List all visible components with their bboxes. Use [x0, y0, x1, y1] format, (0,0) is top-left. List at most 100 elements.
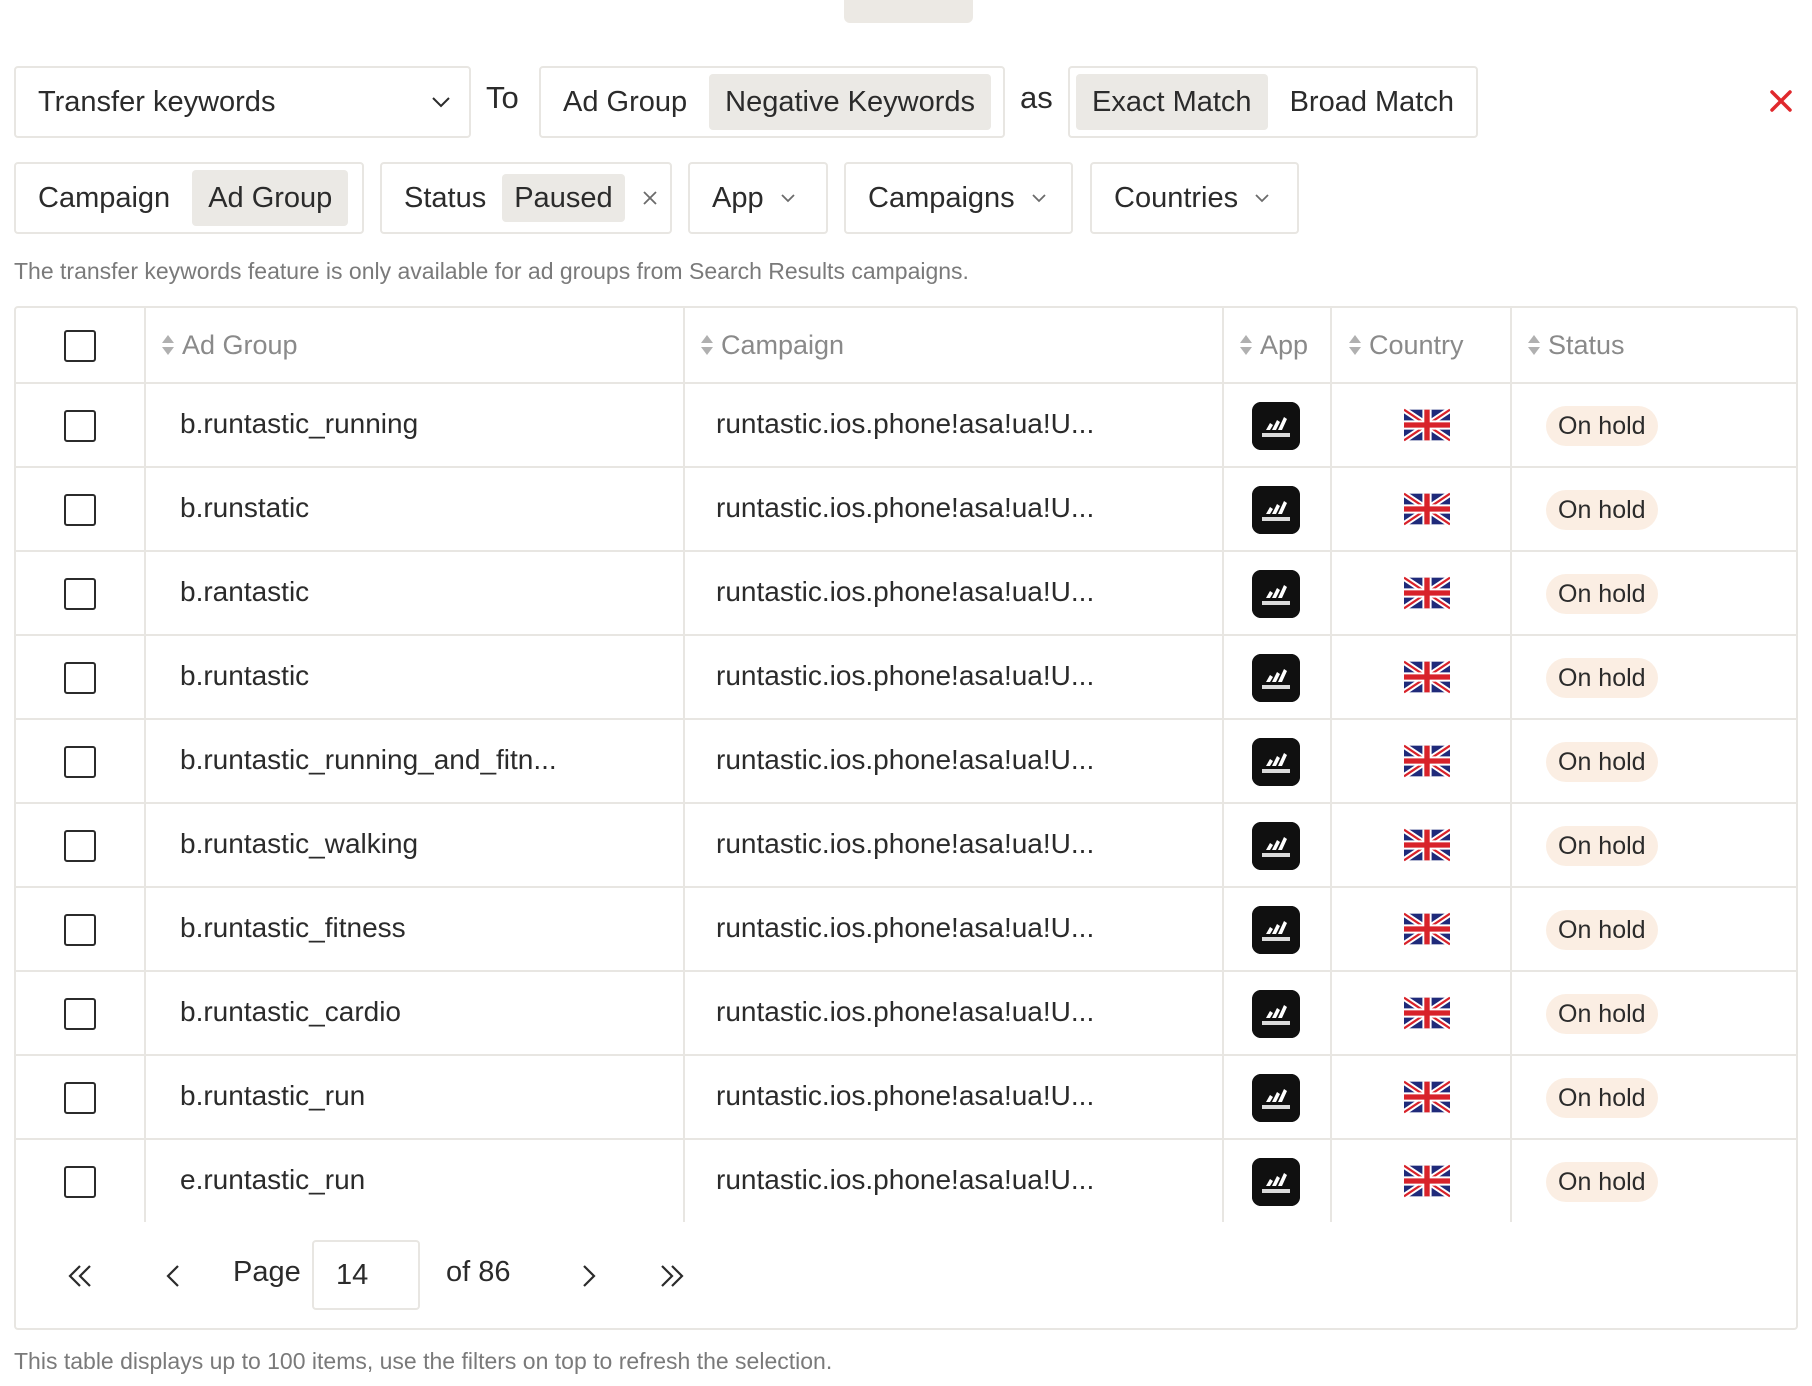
select-all-checkbox[interactable] [64, 330, 96, 362]
column-header-ad-group[interactable]: Ad Group [160, 308, 298, 382]
column-header-label: App [1260, 329, 1309, 360]
table-row[interactable]: b.rantastic runtastic.ios.phone!asa!ua!U… [16, 552, 1796, 636]
row-checkbox[interactable] [64, 578, 96, 610]
status-badge: On hold [1546, 490, 1658, 530]
adidas-running-app-icon [1252, 906, 1300, 954]
next-page-icon[interactable] [570, 1258, 606, 1294]
pagination: Page of 86 [16, 1222, 1796, 1330]
match-option-broad[interactable]: Broad Match [1274, 74, 1470, 130]
target-option-negative-keywords[interactable]: Negative Keywords [709, 74, 991, 130]
column-header-label: Country [1369, 329, 1464, 360]
status-badge: On hold [1546, 406, 1658, 446]
adidas-running-app-icon [1252, 822, 1300, 870]
table-row[interactable]: b.runtastic_fitness runtastic.ios.phone!… [16, 888, 1796, 972]
target-segmented-control: Ad Group Negative Keywords [539, 66, 1005, 138]
chevron-down-icon [780, 194, 795, 203]
sort-icon [1240, 335, 1252, 355]
campaigns-filter-label: Campaigns [868, 181, 1015, 214]
match-option-exact[interactable]: Exact Match [1076, 74, 1268, 130]
adidas-running-app-icon [1252, 1158, 1300, 1206]
status-badge: On hold [1546, 742, 1658, 782]
campaign-cell: runtastic.ios.phone!asa!ua!U... [716, 996, 1095, 1027]
status-filter-value: Paused [502, 174, 625, 222]
status-badge: On hold [1546, 826, 1658, 866]
column-header-label: Status [1548, 329, 1625, 360]
ad-group-cell: b.runtastic_walking [180, 828, 419, 859]
level-option-campaign[interactable]: Campaign [22, 170, 186, 226]
row-checkbox[interactable] [64, 914, 96, 946]
adidas-running-app-icon [1252, 570, 1300, 618]
table-row[interactable]: b.runstatic runtastic.ios.phone!asa!ua!U… [16, 468, 1796, 552]
page-number-input[interactable] [312, 1240, 420, 1310]
countries-filter-dropdown[interactable]: Countries [1090, 162, 1299, 234]
campaigns-filter-dropdown[interactable]: Campaigns [844, 162, 1073, 234]
row-checkbox[interactable] [64, 1082, 96, 1114]
level-segmented-control: Campaign Ad Group [14, 162, 364, 234]
adidas-running-app-icon [1252, 654, 1300, 702]
table-row[interactable]: e.runtastic_run runtastic.ios.phone!asa!… [16, 1140, 1796, 1224]
chevron-down-icon [1255, 194, 1269, 203]
status-badge: On hold [1546, 574, 1658, 614]
table-body: b.runtastic_running runtastic.ios.phone!… [16, 384, 1796, 1224]
first-page-icon[interactable] [62, 1258, 98, 1294]
table-row[interactable]: b.runtastic_running runtastic.ios.phone!… [16, 384, 1796, 468]
row-checkbox[interactable] [64, 746, 96, 778]
table-header: Ad Group Campaign App Country Status [16, 308, 1796, 384]
row-checkbox[interactable] [64, 830, 96, 862]
column-header-campaign[interactable]: Campaign [699, 308, 844, 382]
table-row[interactable]: b.runtastic_running_and_fitn... runtasti… [16, 720, 1796, 804]
column-header-app[interactable]: App [1238, 308, 1308, 382]
ad-group-cell: b.rantastic [180, 576, 310, 607]
uk-flag-icon [1404, 576, 1450, 610]
previous-page-icon[interactable] [156, 1258, 192, 1294]
column-header-status[interactable]: Status [1526, 308, 1625, 382]
transfer-bar: Transfer keywords To Ad Group Negative K… [14, 66, 1798, 138]
uk-flag-icon [1404, 492, 1450, 526]
last-page-icon[interactable] [654, 1258, 690, 1294]
total-pages-label: of 86 [446, 1256, 511, 1288]
status-badge: On hold [1546, 994, 1658, 1034]
to-label: To [486, 80, 519, 115]
table-row[interactable]: b.runtastic_walking runtastic.ios.phone!… [16, 804, 1796, 888]
row-checkbox[interactable] [64, 662, 96, 694]
sort-icon [162, 335, 174, 355]
status-badge: On hold [1546, 1162, 1658, 1202]
app-filter-dropdown[interactable]: App [688, 162, 828, 234]
countries-filter-label: Countries [1114, 181, 1239, 214]
level-option-ad-group[interactable]: Ad Group [192, 170, 349, 226]
adidas-running-app-icon [1252, 738, 1300, 786]
table-row[interactable]: b.runtastic_cardio runtastic.ios.phone!a… [16, 972, 1796, 1056]
row-checkbox[interactable] [64, 410, 96, 442]
column-header-country[interactable]: Country [1347, 308, 1464, 382]
page-label: Page [233, 1256, 301, 1288]
clear-filter-icon[interactable] [641, 189, 659, 207]
close-icon[interactable] [1764, 84, 1798, 118]
adidas-running-app-icon [1252, 402, 1300, 450]
campaign-cell: runtastic.ios.phone!asa!ua!U... [716, 492, 1095, 523]
ad-group-cell: b.runtastic [180, 660, 310, 691]
row-checkbox[interactable] [64, 1166, 96, 1198]
adidas-running-app-icon [1252, 1074, 1300, 1122]
campaign-cell: runtastic.ios.phone!asa!ua!U... [716, 1164, 1095, 1195]
uk-flag-icon [1404, 408, 1450, 442]
chevron-down-icon [1032, 194, 1046, 203]
column-header-label: Campaign [721, 329, 845, 360]
row-checkbox[interactable] [64, 494, 96, 526]
sort-icon [701, 335, 713, 355]
filter-bar: Campaign Ad Group Status Paused App Camp… [14, 162, 1798, 234]
uk-flag-icon [1404, 996, 1450, 1030]
campaign-cell: runtastic.ios.phone!asa!ua!U... [716, 660, 1095, 691]
table-row[interactable]: b.runtastic_run runtastic.ios.phone!asa!… [16, 1056, 1796, 1140]
status-filter[interactable]: Status Paused [380, 162, 672, 234]
campaign-cell: runtastic.ios.phone!asa!ua!U... [716, 576, 1095, 607]
row-checkbox[interactable] [64, 998, 96, 1030]
target-option-ad-group[interactable]: Ad Group [547, 74, 703, 130]
table-row[interactable]: b.runtastic runtastic.ios.phone!asa!ua!U… [16, 636, 1796, 720]
ad-group-cell: e.runtastic_run [180, 1164, 366, 1195]
uk-flag-icon [1404, 1080, 1450, 1114]
drawer-handle[interactable] [844, 0, 973, 23]
match-type-segmented-control: Exact Match Broad Match [1068, 66, 1478, 138]
campaign-cell: runtastic.ios.phone!asa!ua!U... [716, 828, 1095, 859]
action-select[interactable]: Transfer keywords [14, 66, 471, 138]
adidas-running-app-icon [1252, 486, 1300, 534]
